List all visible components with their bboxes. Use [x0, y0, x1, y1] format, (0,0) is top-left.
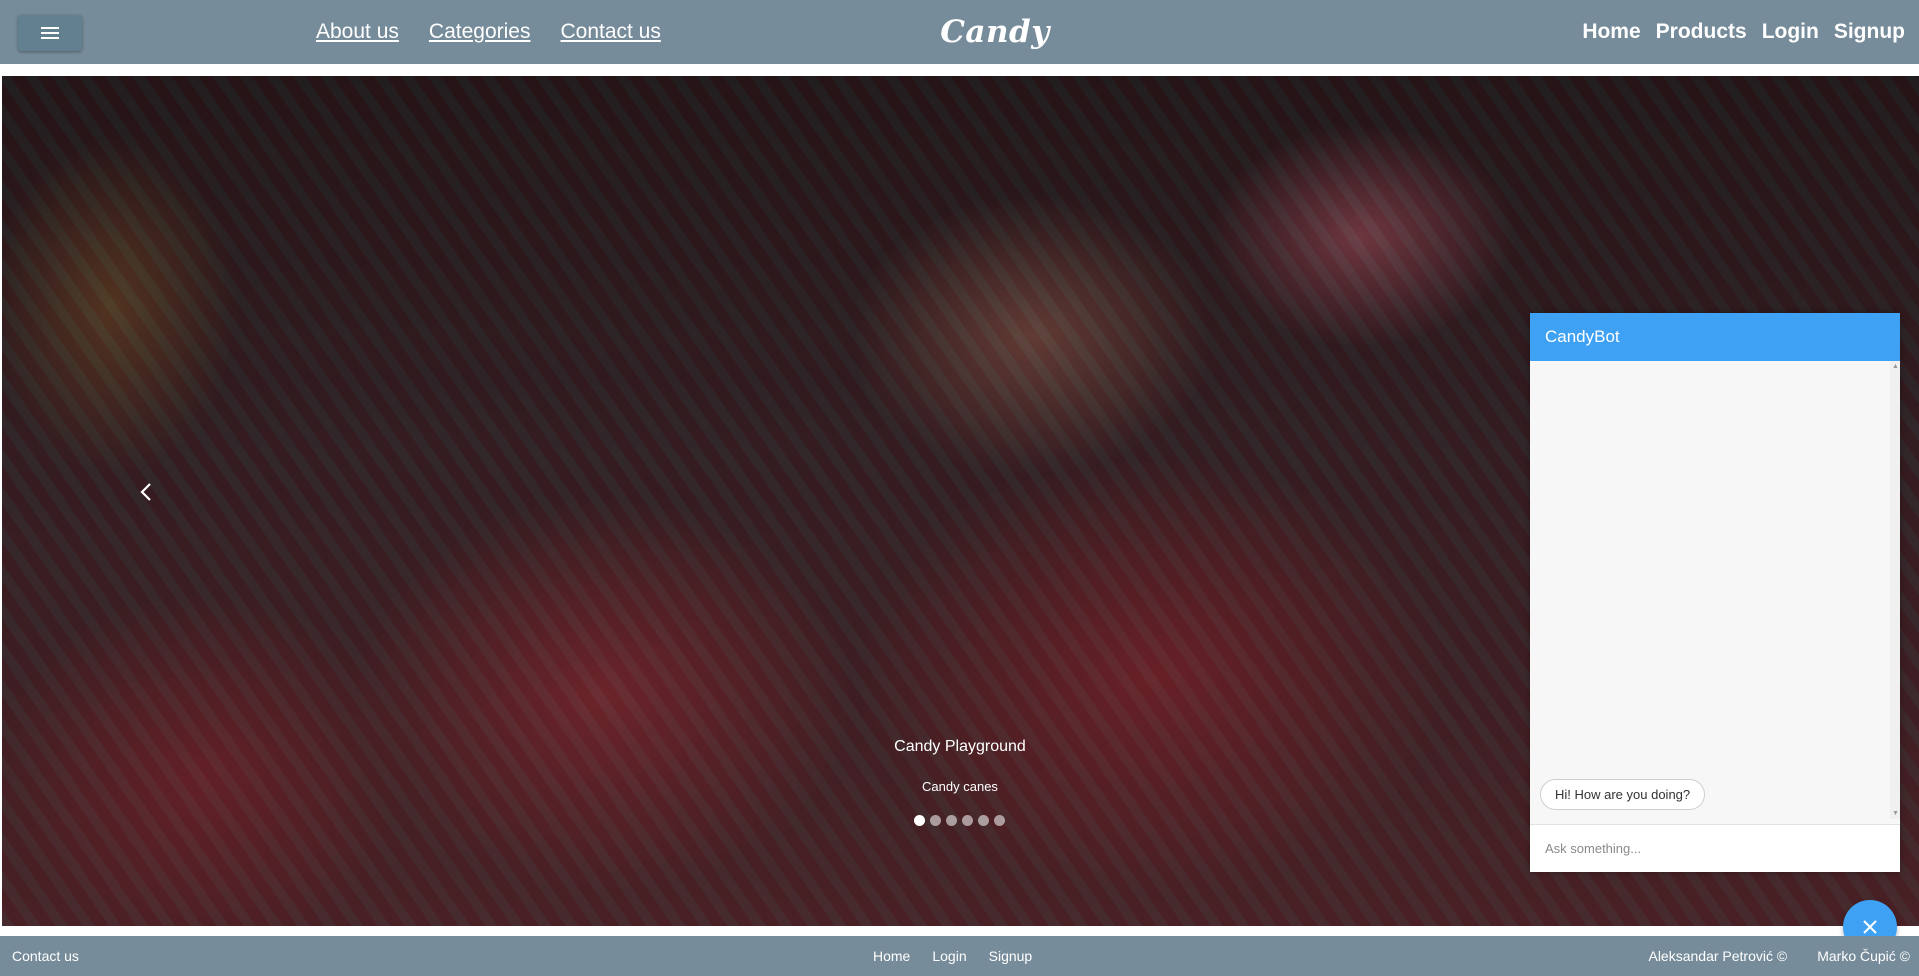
brand-logo[interactable]: Candy Playground: [860, 6, 1130, 102]
chat-message: Hi! How are you doing?: [1540, 779, 1706, 810]
top-navbar: About us Categories Contact us Candy Pla…: [0, 0, 1919, 102]
footer-link-signup[interactable]: Signup: [989, 936, 1033, 976]
chat-input[interactable]: [1530, 824, 1900, 872]
carousel-indicator-1[interactable]: [914, 815, 925, 826]
nav-link-login[interactable]: Login: [1762, 20, 1819, 44]
primary-nav: About us Categories Contact us: [316, 0, 661, 64]
nav-link-contact-us[interactable]: Contact us: [560, 20, 660, 44]
page-footer: Contact us Home Login Signup Aleksandar …: [0, 936, 1919, 976]
chatbot-title: CandyBot: [1530, 313, 1900, 361]
footer-credit: Aleksandar Petrović ©: [1648, 948, 1788, 964]
nav-link-products[interactable]: Products: [1656, 20, 1747, 44]
footer-link-login[interactable]: Login: [932, 936, 966, 976]
nav-link-home[interactable]: Home: [1582, 20, 1640, 44]
carousel-caption-subtitle: Candy canes: [922, 779, 998, 794]
nav-link-signup[interactable]: Signup: [1834, 20, 1905, 44]
close-icon: [1863, 920, 1877, 934]
chevron-left-icon: [140, 483, 151, 501]
footer-nav: Home Login Signup: [873, 936, 1032, 976]
menu-toggle-button[interactable]: [18, 15, 82, 51]
carousel-indicator-4[interactable]: [962, 815, 973, 826]
carousel-indicators: [914, 815, 1005, 826]
chatbot-window: CandyBot Hi! How are you doing? ▲ ▼: [1530, 313, 1900, 872]
scroll-up-icon[interactable]: ▲: [1892, 363, 1899, 370]
chat-message-list[interactable]: Hi! How are you doing? ▲ ▼: [1530, 361, 1900, 819]
footer-link-contact-us[interactable]: Contact us: [12, 936, 79, 976]
carousel-indicator-3[interactable]: [946, 815, 957, 826]
carousel-indicator-5[interactable]: [978, 815, 989, 826]
account-nav: Home Products Login Signup: [1582, 0, 1905, 64]
hamburger-menu-icon: [41, 27, 59, 39]
scroll-down-icon[interactable]: ▼: [1892, 810, 1899, 817]
footer-credit: Marko Čupić ©: [1817, 948, 1910, 964]
chat-scrollbar[interactable]: ▲ ▼: [1890, 361, 1900, 819]
carousel-caption-title: Candy Playground: [894, 738, 1026, 755]
nav-link-about-us[interactable]: About us: [316, 20, 399, 44]
carousel-indicator-6[interactable]: [994, 815, 1005, 826]
footer-link-home[interactable]: Home: [873, 936, 910, 976]
carousel-indicator-2[interactable]: [930, 815, 941, 826]
footer-credits: Aleksandar Petrović © Marko Čupić ©: [1648, 936, 1910, 976]
carousel-prev-button[interactable]: [132, 478, 160, 506]
nav-link-categories[interactable]: Categories: [429, 20, 531, 44]
